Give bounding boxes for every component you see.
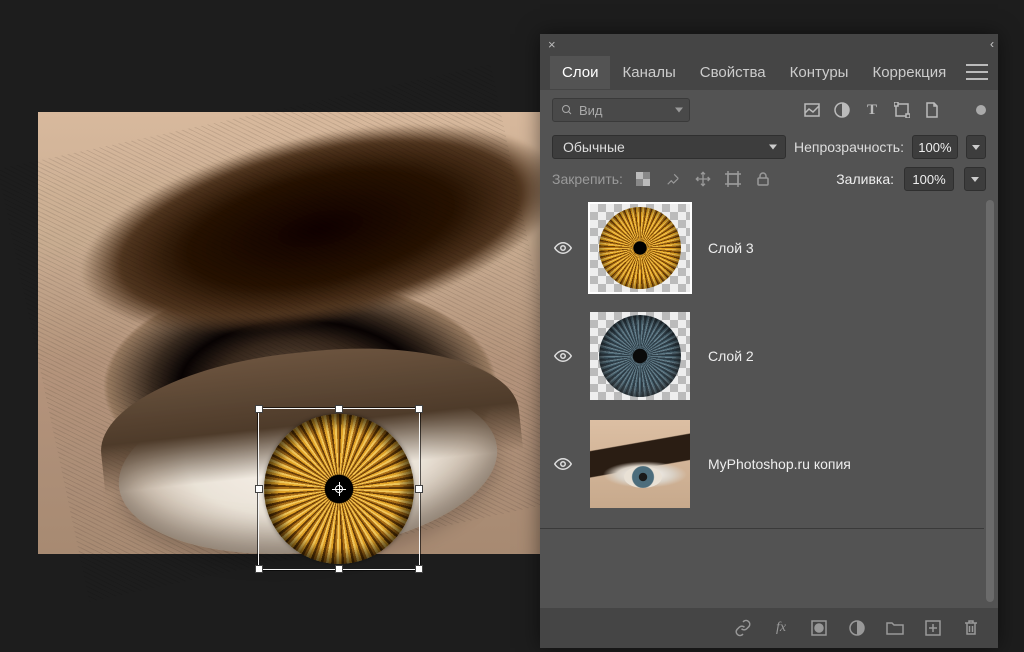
tab-paths[interactable]: Контуры (778, 56, 861, 89)
opacity-dropdown-icon[interactable] (966, 135, 986, 159)
transform-handle-tr[interactable] (415, 405, 423, 413)
lock-position-icon[interactable] (693, 169, 713, 189)
lock-transparent-icon[interactable] (633, 169, 653, 189)
transform-handle-b[interactable] (335, 565, 343, 573)
layers-panel: × ‹‹ Слои Каналы Свойства Контуры Коррек… (540, 34, 998, 648)
layer-name[interactable]: Слой 2 (708, 348, 754, 364)
transform-handle-r[interactable] (415, 485, 423, 493)
transform-handle-l[interactable] (255, 485, 263, 493)
fill-dropdown-icon[interactable] (964, 167, 986, 191)
add-mask-icon[interactable] (810, 619, 828, 637)
panel-close-icon[interactable]: × (548, 38, 556, 51)
layer-fx-icon[interactable]: fx (772, 619, 790, 637)
canvas-image (38, 112, 542, 554)
document-canvas[interactable] (38, 112, 542, 554)
filter-toggle-icon[interactable] (976, 105, 986, 115)
tab-layers[interactable]: Слои (550, 56, 610, 89)
free-transform-bounds[interactable] (258, 408, 420, 570)
layer-thumbnail[interactable] (590, 204, 690, 292)
visibility-eye-icon[interactable] (554, 347, 572, 365)
tab-properties[interactable]: Свойства (688, 56, 778, 89)
lock-image-icon[interactable] (663, 169, 683, 189)
layer-divider (540, 528, 984, 529)
layer-row[interactable]: Слой 2 (540, 302, 984, 410)
layers-panel-footer: fx (540, 608, 998, 648)
layer-thumbnail[interactable] (590, 312, 690, 400)
lock-artboard-icon[interactable] (723, 169, 743, 189)
filter-type-icon[interactable]: T (862, 100, 882, 120)
layer-filter-select[interactable]: Вид (552, 98, 690, 122)
layer-list[interactable]: Слой 3 Слой 2 MyPhotoshop.ru копия (540, 194, 998, 608)
panel-menu-icon[interactable] (966, 64, 988, 80)
new-layer-icon[interactable] (924, 619, 942, 637)
new-group-icon[interactable] (886, 619, 904, 637)
transform-handle-tl[interactable] (255, 405, 263, 413)
opacity-label: Непрозрачность: (794, 139, 904, 155)
layer-name[interactable]: Слой 3 (708, 240, 754, 256)
fill-value[interactable]: 100% (904, 167, 954, 191)
filter-adjustment-icon[interactable] (832, 100, 852, 120)
layer-row[interactable]: MyPhotoshop.ru копия (540, 410, 984, 518)
transform-handle-t[interactable] (335, 405, 343, 413)
lock-all-icon[interactable] (753, 169, 773, 189)
filter-label: Вид (579, 103, 603, 118)
blend-mode-select[interactable]: Обычные (552, 135, 786, 159)
search-icon (561, 104, 573, 116)
link-layers-icon[interactable] (734, 619, 752, 637)
layer-list-scrollbar[interactable] (986, 200, 994, 602)
visibility-eye-icon[interactable] (554, 455, 572, 473)
filter-pixel-icon[interactable] (802, 100, 822, 120)
fill-label: Заливка: (836, 171, 894, 187)
visibility-eye-icon[interactable] (554, 239, 572, 257)
opacity-value[interactable]: 100% (912, 135, 958, 159)
transform-center-icon[interactable] (332, 482, 346, 496)
tab-channels[interactable]: Каналы (610, 56, 687, 89)
new-adjustment-icon[interactable] (848, 619, 866, 637)
blend-mode-value: Обычные (563, 139, 625, 155)
filter-shape-icon[interactable] (892, 100, 912, 120)
tab-adjustments[interactable]: Коррекция (860, 56, 958, 89)
layer-thumbnail[interactable] (590, 420, 690, 508)
layer-name[interactable]: MyPhotoshop.ru копия (708, 456, 851, 472)
panel-tabs: Слои Каналы Свойства Контуры Коррекция (540, 54, 998, 90)
delete-layer-icon[interactable] (962, 619, 980, 637)
transform-handle-bl[interactable] (255, 565, 263, 573)
transform-handle-br[interactable] (415, 565, 423, 573)
layer-row[interactable]: Слой 3 (540, 194, 984, 302)
lock-label: Закрепить: (552, 171, 623, 187)
filter-smartobject-icon[interactable] (922, 100, 942, 120)
